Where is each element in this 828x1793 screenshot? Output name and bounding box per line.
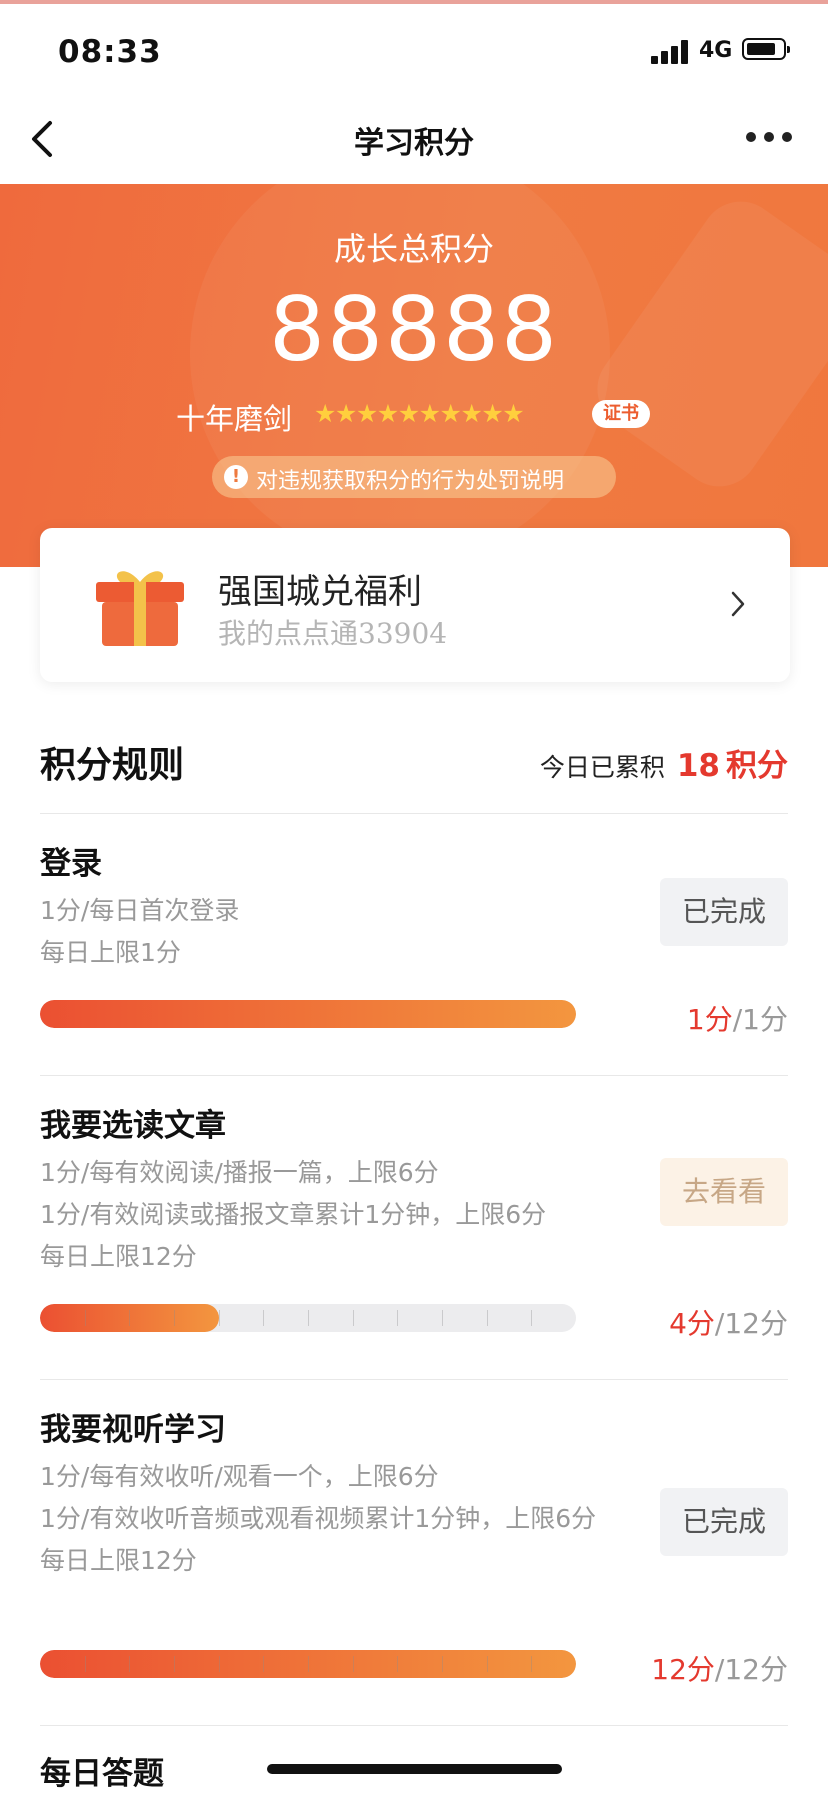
rank-title: 十年磨剑 <box>176 402 293 436</box>
earned-score: 4分 <box>669 1307 715 1340</box>
score-limit: /12分 <box>714 1653 788 1686</box>
rule-description: 1分/每有效阅读/播报一篇，上限6分 1分/有效阅读或播报文章累计1分钟，上限6… <box>40 1152 546 1278</box>
more-button[interactable] <box>746 132 792 144</box>
total-score-label: 成长总积分 <box>333 230 494 268</box>
exclamation-icon: ! <box>224 465 248 489</box>
welfare-title: 强国城兑福利 <box>218 572 422 612</box>
star-icon: ★ <box>481 399 503 428</box>
rule-score: 1分/1分 <box>687 998 788 1038</box>
rule-desc-line: 1分/每有效阅读/播报一篇，上限6分 <box>40 1158 439 1187</box>
divider <box>40 1379 788 1380</box>
rank-stars: ★★★★★★★★★★ <box>314 399 579 428</box>
star-icon: ★ <box>334 399 357 428</box>
rule-item-login: 登录 1分/每日首次登录 每日上限1分 已完成 1分/1分 <box>40 838 788 1038</box>
divider <box>40 1075 788 1076</box>
welfare-exchange-card[interactable]: 强国城兑福利 我的点点通33904 <box>40 528 790 682</box>
rule-status-button[interactable]: 已完成 <box>660 878 788 946</box>
rule-item-audio-video: 我要视听学习 1分/每有效收听/观看一个，上限6分 1分/有效收听音频或观看视频… <box>40 1404 788 1686</box>
rule-desc-line: 1分/有效阅读或播报文章累计1分钟，上限6分 <box>40 1200 547 1229</box>
rules-title: 积分规则 <box>40 744 185 786</box>
score-limit: /12分 <box>714 1307 788 1340</box>
go-read-button[interactable]: 去看看 <box>660 1158 788 1226</box>
chevron-right-icon <box>731 591 745 617</box>
rule-name: 我要选读文章 <box>40 1108 226 1144</box>
status-bar: 08:33 4G <box>0 4 828 94</box>
star-icon: ★ <box>460 399 482 428</box>
rule-description: 1分/每日首次登录 每日上限1分 <box>40 890 239 974</box>
points-balance: 我的点点通33904 <box>218 617 448 650</box>
rule-score: 12分/12分 <box>651 1648 788 1688</box>
star-icon: ★ <box>502 399 524 428</box>
page-title: 学习积分 <box>354 126 474 161</box>
rule-item-read-articles: 我要选读文章 1分/每有效阅读/播报一篇，上限6分 1分/有效阅读或播报文章累计… <box>40 1100 788 1340</box>
score-hero: 成长总积分 88888 十年磨剑 ★★★★★★★★★★ 证书 ! 对违规获取积分… <box>0 184 828 567</box>
divider <box>40 1725 788 1726</box>
rule-name: 登录 <box>40 846 102 882</box>
status-time: 08:33 <box>58 34 162 70</box>
star-icon: ★ <box>397 399 420 428</box>
today-score: 18 <box>676 748 720 784</box>
star-icon: ★ <box>418 399 441 428</box>
star-icon: ★ <box>314 399 336 428</box>
divider <box>40 813 788 814</box>
earned-score: 1分 <box>686 1003 733 1036</box>
rule-desc-line: 每日上限12分 <box>40 1546 197 1575</box>
gift-icon <box>96 571 184 646</box>
penalty-notice-text: 对违规获取积分的行为处罚说明 <box>256 469 565 494</box>
penalty-notice-link[interactable]: ! 对违规获取积分的行为处罚说明 <box>212 456 616 498</box>
progress-bar <box>40 1304 576 1332</box>
rule-desc-line: 1分/每日首次登录 <box>40 896 240 925</box>
star-icon: ★ <box>376 399 399 428</box>
star-icon: ★ <box>355 399 378 428</box>
certificate-button[interactable]: 证书 <box>592 400 650 428</box>
rule-desc-line: 1分/有效收听音频或观看视频累计1分钟，上限6分 <box>40 1504 597 1533</box>
rule-description: 1分/每有效收听/观看一个，上限6分 1分/有效收听音频或观看视频累计1分钟，上… <box>40 1456 660 1582</box>
rule-desc-line: 1分/每有效收听/观看一个，上限6分 <box>40 1462 439 1491</box>
earned-score: 12分 <box>651 1653 715 1686</box>
rule-name: 每日答题 <box>40 1756 164 1792</box>
star-icon: ★ <box>439 399 462 428</box>
rule-score: 4分/12分 <box>669 1302 788 1342</box>
rule-status-button[interactable]: 已完成 <box>660 1488 788 1556</box>
rule-desc-line: 每日上限12分 <box>40 1242 197 1271</box>
progress-bar <box>40 1000 576 1028</box>
signal-icon <box>651 40 691 64</box>
rule-desc-line: 每日上限1分 <box>40 938 181 967</box>
rule-name: 我要视听学习 <box>40 1412 226 1448</box>
home-indicator[interactable] <box>267 1764 562 1774</box>
nav-bar: 学习积分 <box>0 94 828 184</box>
score-limit: /1分 <box>732 1003 788 1036</box>
network-type: 4G <box>699 38 733 63</box>
battery-icon <box>742 38 790 60</box>
total-score-value: 88888 <box>269 278 559 381</box>
today-accumulated: 今日已累积 18 积分 <box>540 740 788 785</box>
progress-bar <box>40 1650 576 1678</box>
today-label: 今日已累积 <box>539 753 665 782</box>
today-unit: 积分 <box>726 748 788 784</box>
